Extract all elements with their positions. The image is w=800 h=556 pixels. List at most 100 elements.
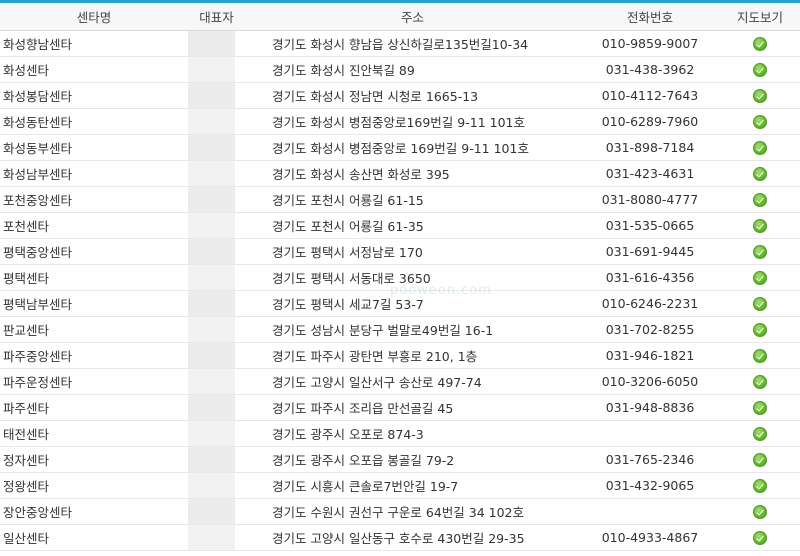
phone-number: 031-691-9445 bbox=[580, 238, 720, 265]
map-view-icon[interactable] bbox=[753, 141, 767, 156]
redaction-block bbox=[188, 499, 235, 524]
center-name: 평택중앙센타 bbox=[0, 238, 188, 265]
representative-redacted bbox=[188, 134, 245, 161]
address: 경기도 파주시 조리읍 만선골길 45 bbox=[245, 394, 580, 421]
phone-number: 031-616-4356 bbox=[580, 264, 720, 291]
address: 경기도 포천시 어룡길 61-15 bbox=[245, 186, 580, 213]
map-view-icon[interactable] bbox=[753, 427, 767, 442]
map-view-icon[interactable] bbox=[753, 505, 767, 520]
map-view-icon[interactable] bbox=[753, 219, 767, 234]
table-row: 파주중앙센타 경기도 파주시 광탄면 부흥로 210, 1층 031-946-182… bbox=[0, 342, 800, 369]
address: 경기도 광주시 오포읍 봉골길 79-2 bbox=[245, 446, 580, 473]
map-view-icon[interactable] bbox=[753, 531, 767, 546]
address: 경기도 고양시 일산서구 송산로 497-74 bbox=[245, 368, 580, 395]
phone-number: 010-6289-7960 bbox=[580, 108, 720, 135]
center-name: 화성남부센타 bbox=[0, 160, 188, 187]
map-view-icon[interactable] bbox=[753, 479, 767, 494]
address: 경기도 성남시 분당구 벌말로49번길 16-1 bbox=[245, 316, 580, 343]
table-row: 평택중앙센타 경기도 평택시 서정남로 170 031-691-9445 bbox=[0, 238, 800, 265]
table-row: 포천센타 경기도 포천시 어룡길 61-35 031-535-0665 bbox=[0, 212, 800, 239]
phone-number: 010-9859-9007 bbox=[580, 30, 720, 57]
map-cell bbox=[720, 108, 800, 135]
map-view-icon[interactable] bbox=[753, 323, 767, 338]
center-name: 평택센타 bbox=[0, 264, 188, 291]
map-view-icon[interactable] bbox=[753, 375, 767, 390]
table-row: 화성향남센타 경기도 화성시 향남읍 상신하길로135번길10-34 010-985… bbox=[0, 30, 800, 57]
redaction-block bbox=[188, 473, 235, 498]
address: 경기도 화성시 송산면 화성로 395 bbox=[245, 160, 580, 187]
center-name: 판교센타 bbox=[0, 316, 188, 343]
map-view-icon[interactable] bbox=[753, 349, 767, 364]
map-cell bbox=[720, 56, 800, 83]
map-cell bbox=[720, 82, 800, 109]
representative-redacted bbox=[188, 368, 245, 395]
representative-redacted bbox=[188, 30, 245, 57]
redaction-block bbox=[188, 135, 235, 160]
map-cell bbox=[720, 498, 800, 525]
center-list-page: 센타명 대표자 주소 전화번호 지도보기 화성향남센타 경기도 화성시 향남읍 상… bbox=[0, 0, 800, 556]
table-row: 화성남부센타 경기도 화성시 송산면 화성로 395 031-423-4631 bbox=[0, 160, 800, 187]
map-cell bbox=[720, 524, 800, 551]
map-view-icon[interactable] bbox=[753, 167, 767, 182]
center-name: 포천중앙센타 bbox=[0, 186, 188, 213]
phone-number: 031-702-8255 bbox=[580, 316, 720, 343]
address: 경기도 포천시 어룡길 61-35 bbox=[245, 212, 580, 239]
map-view-icon[interactable] bbox=[753, 115, 767, 130]
center-name: 파주중앙센타 bbox=[0, 342, 188, 369]
map-view-icon[interactable] bbox=[753, 193, 767, 208]
center-name: 장안중앙센타 bbox=[0, 498, 188, 525]
table-row: 태전센타 경기도 광주시 오포로 874-3 bbox=[0, 420, 800, 447]
redaction-block bbox=[188, 291, 235, 316]
redaction-block bbox=[188, 447, 235, 472]
phone-number: 031-898-7184 bbox=[580, 134, 720, 161]
redaction-block bbox=[188, 57, 235, 82]
redaction-block bbox=[188, 83, 235, 108]
representative-redacted bbox=[188, 394, 245, 421]
center-name: 태전센타 bbox=[0, 420, 188, 447]
map-view-icon[interactable] bbox=[753, 453, 767, 468]
phone-number: 010-4933-4867 bbox=[580, 524, 720, 551]
phone-number: 031-948-8836 bbox=[580, 394, 720, 421]
map-cell bbox=[720, 342, 800, 369]
address: 경기도 화성시 병점중앙로169번길 9-11 101호 bbox=[245, 108, 580, 135]
map-view-icon[interactable] bbox=[753, 245, 767, 260]
header-address: 주소 bbox=[245, 3, 580, 31]
redaction-block bbox=[188, 109, 235, 134]
address: 경기도 광주시 오포로 874-3 bbox=[245, 420, 580, 447]
center-name: 정자센타 bbox=[0, 446, 188, 473]
map-view-icon[interactable] bbox=[753, 401, 767, 416]
redaction-block bbox=[188, 265, 235, 290]
redaction-block bbox=[188, 161, 235, 186]
table-row: 화성센타 경기도 화성시 진안북길 89 031-438-3962 bbox=[0, 56, 800, 83]
redaction-block bbox=[188, 317, 235, 342]
center-name: 파주센타 bbox=[0, 394, 188, 421]
representative-redacted bbox=[188, 446, 245, 473]
table-row: 정왕센타 경기도 시흥시 큰솔로7번안길 19-7 031-432-9065 bbox=[0, 472, 800, 499]
phone-number: 031-765-2346 bbox=[580, 446, 720, 473]
redaction-block bbox=[188, 239, 235, 264]
redaction-block bbox=[188, 187, 235, 212]
table-row: 포천중앙센타 경기도 포천시 어룡길 61-15 031-8080-4777 bbox=[0, 186, 800, 213]
map-view-icon[interactable] bbox=[753, 37, 767, 52]
table-row: 화성동부센타 경기도 화성시 병점중앙로 169번길 9-11 101호 031-8… bbox=[0, 134, 800, 161]
table-row: 장안중앙센타 경기도 수원시 권선구 구운로 64번길 34 102호 bbox=[0, 498, 800, 525]
phone-number: 031-535-0665 bbox=[580, 212, 720, 239]
table-row: 화성봉담센타 경기도 화성시 정남면 시청로 1665-13 010-4112-76… bbox=[0, 82, 800, 109]
center-table: 센타명 대표자 주소 전화번호 지도보기 화성향남센타 경기도 화성시 향남읍 상… bbox=[0, 3, 800, 551]
map-view-icon[interactable] bbox=[753, 89, 767, 104]
table-row: 정자센타 경기도 광주시 오포읍 봉골길 79-2 031-765-2346 bbox=[0, 446, 800, 473]
address: 경기도 평택시 서정남로 170 bbox=[245, 238, 580, 265]
map-view-icon[interactable] bbox=[753, 297, 767, 312]
table-row: 일산센타 경기도 고양시 일산동구 호수로 430번길 29-35 010-4933… bbox=[0, 524, 800, 551]
redaction-block bbox=[188, 343, 235, 368]
address: 경기도 화성시 병점중앙로 169번길 9-11 101호 bbox=[245, 134, 580, 161]
table-row: 파주센타 경기도 파주시 조리읍 만선골길 45 031-948-8836 bbox=[0, 394, 800, 421]
map-view-icon[interactable] bbox=[753, 271, 767, 286]
representative-redacted bbox=[188, 472, 245, 499]
center-name: 화성향남센타 bbox=[0, 30, 188, 57]
table-row: 파주운정센타 경기도 고양시 일산서구 송산로 497-74 010-3206-60… bbox=[0, 368, 800, 395]
phone-number: 010-4112-7643 bbox=[580, 82, 720, 109]
map-view-icon[interactable] bbox=[753, 63, 767, 78]
address: 경기도 화성시 정남면 시청로 1665-13 bbox=[245, 82, 580, 109]
table-row: 화성동탄센타 경기도 화성시 병점중앙로169번길 9-11 101호 010-62… bbox=[0, 108, 800, 135]
